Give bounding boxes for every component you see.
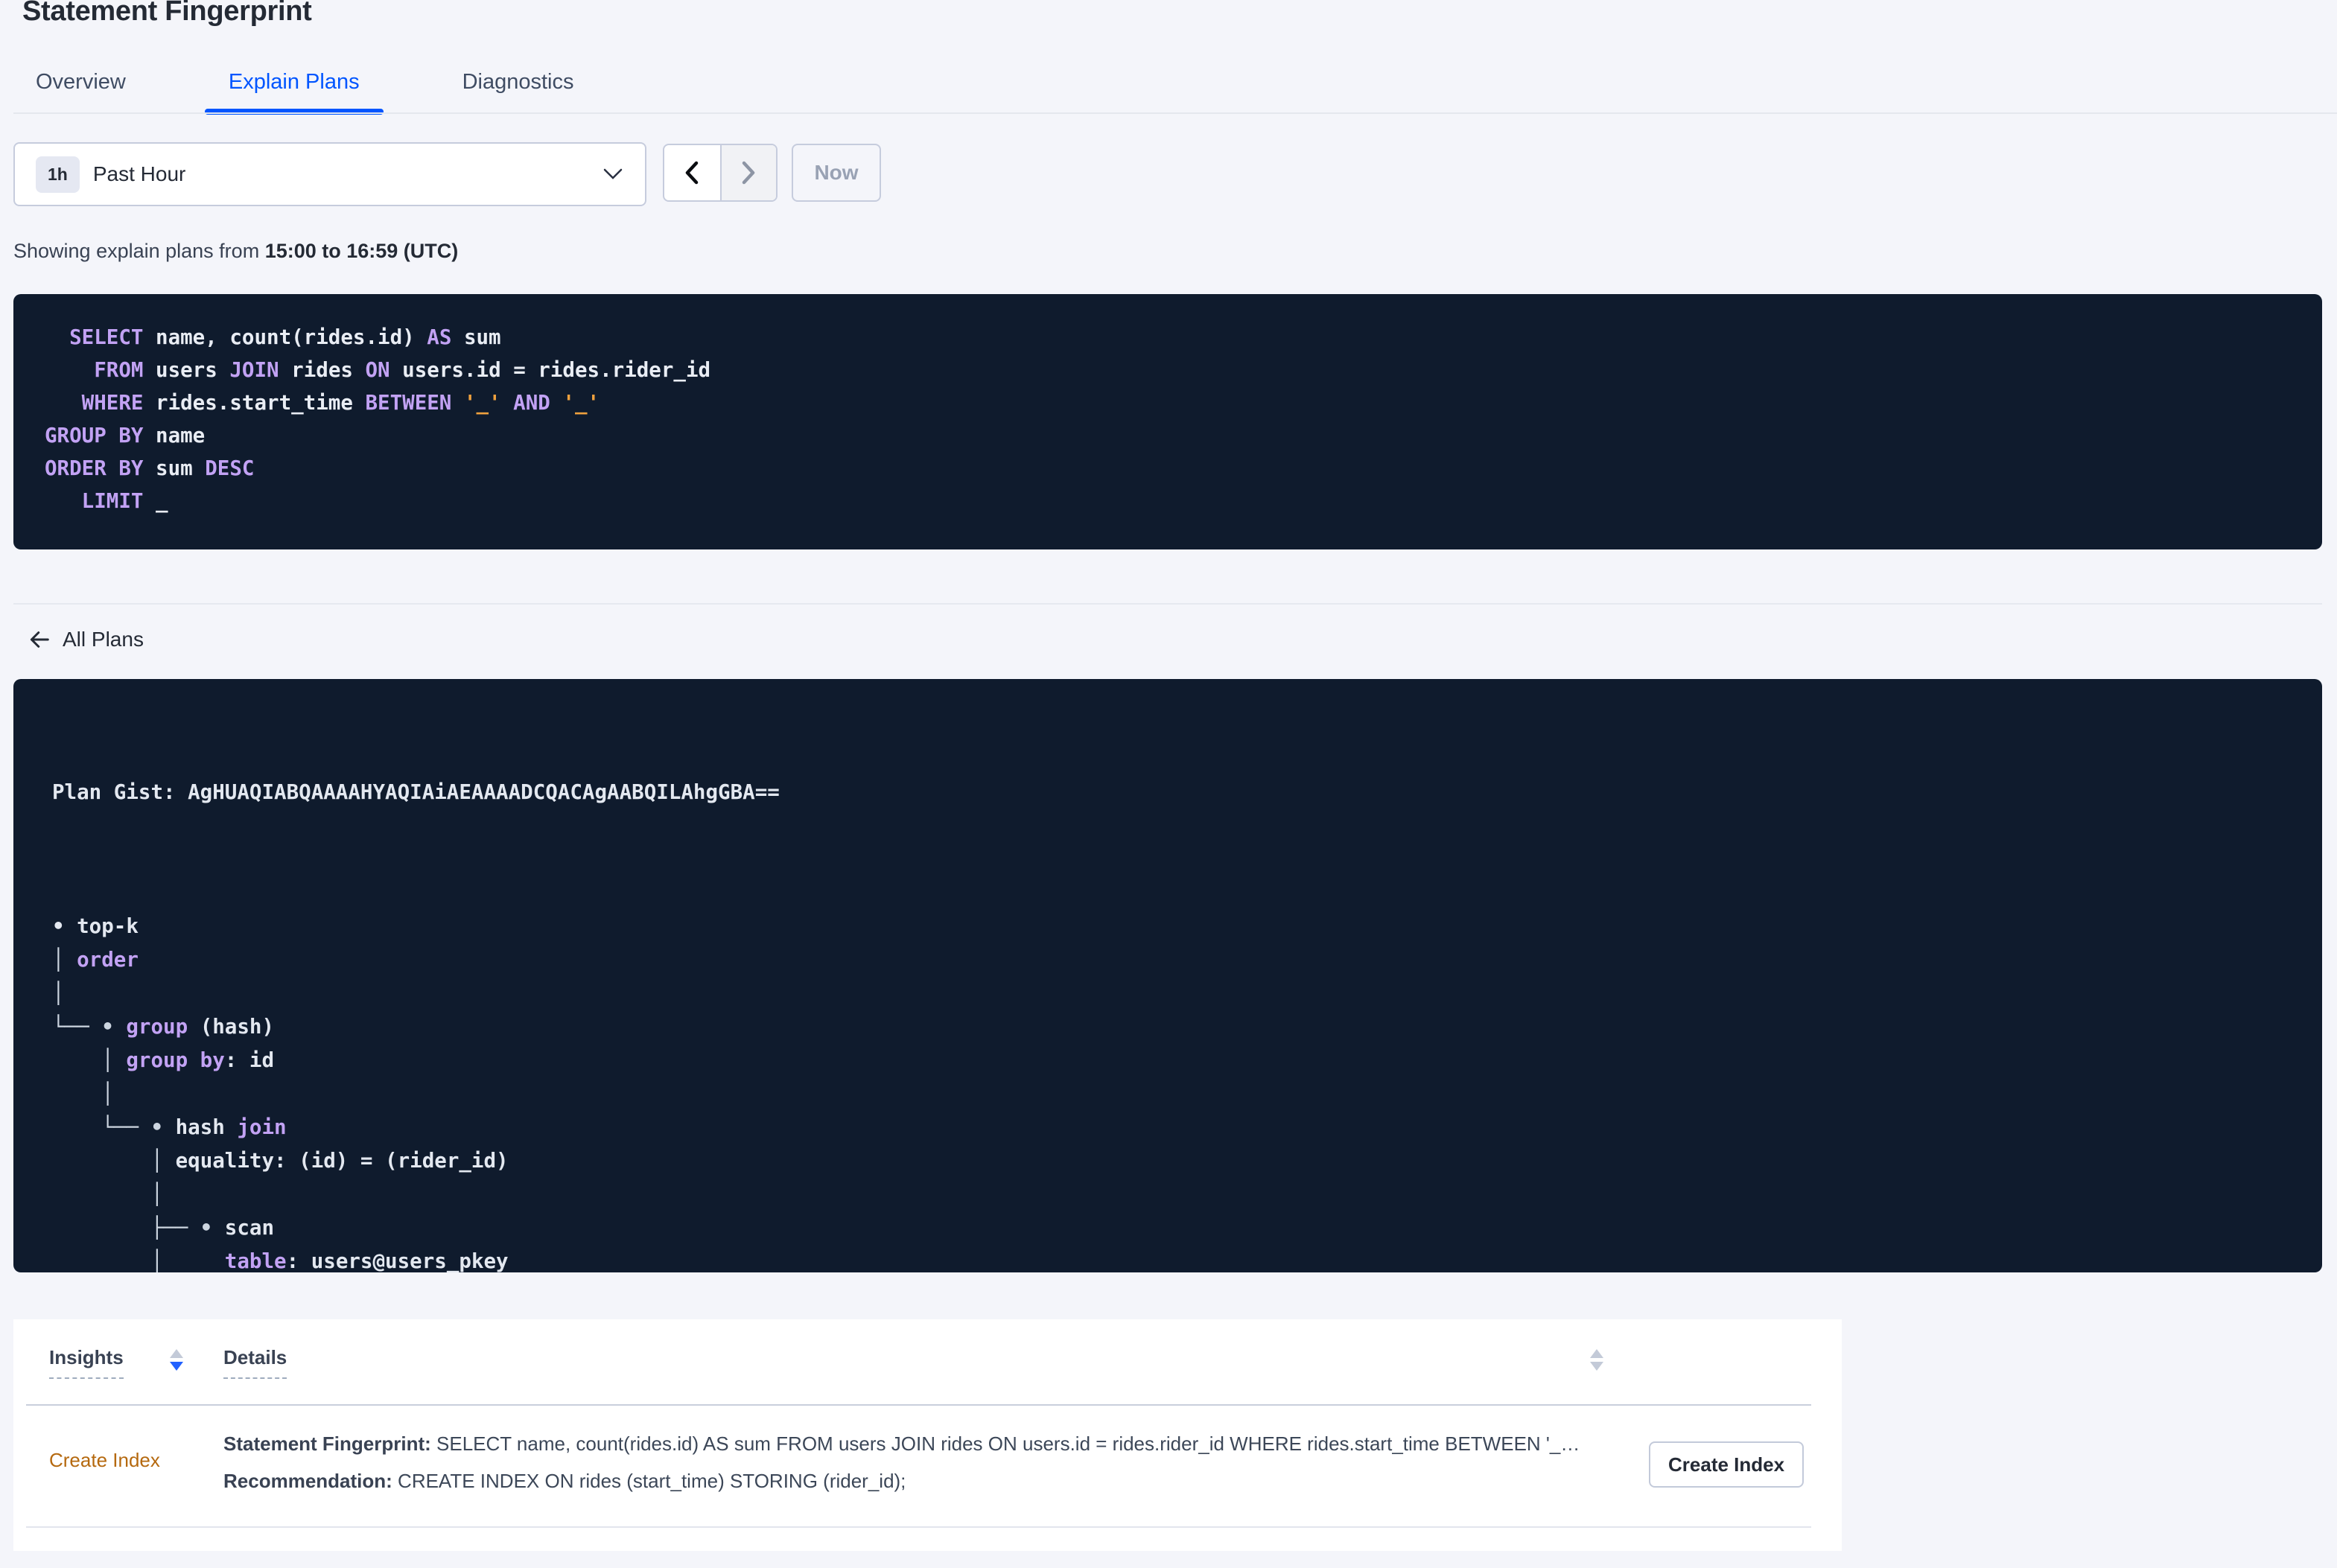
time-interval-badge: 1h bbox=[36, 156, 80, 193]
time-range-dropdown[interactable]: 1h Past Hour bbox=[13, 142, 646, 206]
plan-gist-box: Plan Gist: AgHUAQIABQAAAAHYAQIAiAEAAAADC… bbox=[13, 679, 2322, 1272]
column-header-details[interactable]: Details bbox=[223, 1346, 287, 1379]
chevron-down-icon bbox=[603, 168, 623, 180]
recommendation-line: Recommendation: CREATE INDEX ON rides (s… bbox=[223, 1470, 906, 1492]
table-row: Create Index Statement Fingerprint: SELE… bbox=[13, 1406, 1842, 1528]
column-header-insights[interactable]: Insights bbox=[49, 1346, 124, 1379]
details-cell: Statement Fingerprint: SELECT name, coun… bbox=[223, 1425, 1638, 1500]
tab-bar: Overview Explain Plans Diagnostics bbox=[12, 67, 598, 115]
now-button[interactable]: Now bbox=[792, 144, 881, 202]
previous-time-button[interactable] bbox=[664, 145, 720, 200]
time-range-value: 15:00 to 16:59 (UTC) bbox=[264, 240, 459, 262]
tab-bar-divider bbox=[13, 112, 2337, 114]
insights-table-card: Insights Details Create Index Statement … bbox=[13, 1319, 1842, 1551]
tab-explain-plans[interactable]: Explain Plans bbox=[204, 67, 384, 115]
tab-diagnostics[interactable]: Diagnostics bbox=[439, 67, 598, 113]
sort-icon-insights[interactable] bbox=[170, 1349, 183, 1371]
sql-statement-box: SELECT name, count(rides.id) AS sum FROM… bbox=[13, 294, 2322, 549]
statement-fingerprint-line: Statement Fingerprint: SELECT name, coun… bbox=[223, 1432, 1580, 1455]
page-title: Statement Fingerprint bbox=[22, 0, 312, 27]
plan-tree: • top-k │ order │ └── • group (hash) │ grou… bbox=[52, 914, 509, 1272]
arrow-left-icon bbox=[28, 628, 51, 651]
chevron-left-icon bbox=[684, 161, 700, 185]
all-plans-back-link[interactable]: All Plans bbox=[28, 628, 144, 651]
section-divider bbox=[13, 603, 2322, 605]
insights-table-header: Insights Details bbox=[13, 1319, 1842, 1406]
plan-gist-code: Plan Gist: AgHUAQIABQAAAAHYAQIAiAEAAAADC… bbox=[13, 679, 2322, 1272]
showing-plans-status: Showing explain plans from 15:00 to 16:5… bbox=[13, 240, 459, 262]
next-time-button[interactable] bbox=[719, 145, 776, 200]
sort-icon-details[interactable] bbox=[1590, 1349, 1603, 1371]
sql-statement-code: SELECT name, count(rides.id) AS sum FROM… bbox=[45, 325, 711, 513]
time-range-label: Past Hour bbox=[92, 162, 186, 185]
chevron-right-icon bbox=[740, 161, 757, 185]
plan-gist-line: Plan Gist: AgHUAQIABQAAAAHYAQIAiAEAAAADC… bbox=[52, 780, 780, 804]
create-index-button[interactable]: Create Index bbox=[1649, 1441, 1805, 1488]
all-plans-label: All Plans bbox=[63, 628, 144, 651]
plan-gist-value: AgHUAQIABQAAAAHYAQIAiAEAAAADCQACAgAABQIL… bbox=[188, 780, 780, 804]
create-index-link[interactable]: Create Index bbox=[49, 1449, 160, 1472]
tab-overview[interactable]: Overview bbox=[12, 67, 150, 113]
time-pager bbox=[663, 144, 778, 202]
